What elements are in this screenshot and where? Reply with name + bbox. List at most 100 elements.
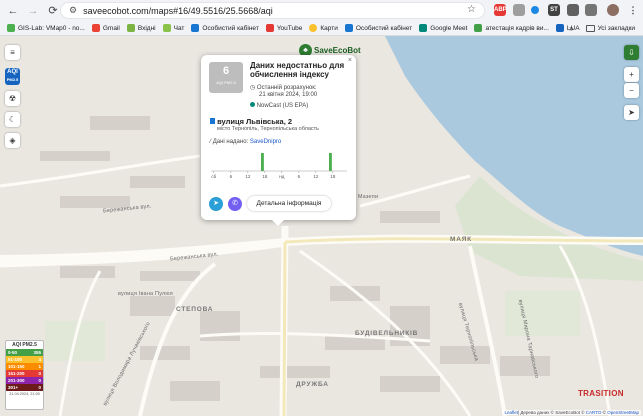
aqi-label: AQI PM2.5	[216, 80, 236, 85]
chart-tick-label: 6	[230, 174, 233, 179]
telegram-share-button[interactable]: ➤	[209, 197, 223, 211]
cabinet-icon	[191, 24, 200, 32]
inbox-icon	[126, 24, 135, 32]
legend-row: 301+ 0	[6, 384, 43, 391]
district-label-mayak: МАЯК	[450, 236, 472, 243]
clock-icon: ◷	[250, 85, 256, 91]
legend-count: 0	[38, 371, 41, 376]
screenshot-extension-icon[interactable]	[567, 4, 579, 16]
shield-extension-icon[interactable]	[513, 4, 525, 16]
chat-icon	[162, 24, 171, 32]
aqi-value: 6	[222, 65, 230, 77]
street-label: вулиця Івана Пулюя	[118, 291, 173, 297]
bookmark-cabinet-2[interactable]: Особистий кабінет	[344, 24, 412, 32]
radiation-layer-button[interactable]: ☢	[5, 91, 20, 106]
park-area	[505, 291, 580, 336]
chart-tick-label: 6	[298, 174, 301, 179]
details-button[interactable]: Детальна інформація	[247, 196, 331, 211]
site-info-icon[interactable]: ⚙	[69, 5, 77, 16]
download-app-button[interactable]: ⇩	[624, 45, 639, 60]
last-calc-time: 21 квітня 2024, 19:00	[259, 92, 318, 98]
osm-link[interactable]: OpenStreetMap	[607, 410, 639, 415]
forward-icon[interactable]: →	[26, 4, 40, 18]
youtube-icon	[265, 24, 274, 32]
bookmark-star-icon[interactable]: ☆	[467, 4, 476, 15]
popup-title: Даних недостатньо для обчислення індексу	[250, 61, 345, 79]
legend-count: 4	[38, 357, 41, 362]
legend-range: 101-150	[8, 364, 25, 369]
bookmark-gislab[interactable]: GIS-Lab: VMap0 - no...	[7, 24, 85, 32]
back-icon[interactable]: ←	[6, 4, 20, 18]
station-icon	[210, 118, 215, 124]
legend-count: 0	[38, 378, 41, 383]
meet-icon	[419, 24, 428, 32]
radiation-icon: ☢	[8, 94, 17, 103]
moon-icon: ☾	[8, 115, 17, 124]
leaflet-link[interactable]: Leaflet	[504, 410, 518, 415]
bookmark-youtube[interactable]: YouTube	[265, 24, 302, 32]
legend-row: 101-150 1	[6, 363, 43, 370]
layers-button[interactable]: ◈	[5, 133, 20, 148]
viber-share-button[interactable]: ✆	[228, 197, 242, 211]
district-label-budivelnykiv: БУДІВЕЛЬНИКІВ	[355, 330, 419, 337]
lua-icon	[555, 24, 564, 32]
transition-watermark: TRASITION	[578, 389, 624, 398]
zoom-out-button[interactable]: −	[624, 83, 639, 98]
cabinet-icon	[344, 24, 353, 32]
legend-timestamp: 21.04.2024, 21:00	[9, 392, 40, 396]
night-mode-button[interactable]: ☾	[5, 112, 20, 127]
legend-count: 1	[38, 364, 41, 369]
bookmark-maps[interactable]: Карти	[309, 24, 338, 32]
extensions-puzzle-icon[interactable]	[585, 4, 597, 16]
more-bookmarks-icon[interactable]: »	[569, 24, 573, 33]
translate-extension-icon[interactable]: ST	[548, 4, 560, 16]
last-calc-line: ◷ Останній розрахунок:	[250, 85, 317, 91]
legend-rows: 0-50 355 51-100 4 101-150 1 151-200 0 201-300 0 30…	[6, 349, 43, 391]
nowcast-dot-icon	[250, 102, 255, 107]
bookmark-cabinet-1[interactable]: Особистий кабінет	[191, 24, 259, 32]
legend-count: 0	[38, 385, 41, 390]
attestation-icon	[474, 24, 483, 32]
nowcast-line: NowCast (US EPA)	[250, 102, 308, 109]
data-provider-link[interactable]: SaveDnipro	[250, 139, 281, 145]
chart-tick-label: нд	[279, 174, 284, 179]
bookmark-inbox[interactable]: Вхідні	[126, 24, 156, 32]
bookmark-chat[interactable]: Чат	[162, 24, 184, 32]
bookmark-gmail[interactable]: Gmail	[91, 24, 120, 32]
legend-row: 0-50 355	[6, 349, 43, 356]
legend-row: 51-100 4	[6, 356, 43, 363]
legend-count: 355	[33, 350, 41, 355]
station-city: місто Тернопіль, Тернопільська область	[217, 126, 320, 132]
address-bar[interactable]: ⚙ saveecobot.com/maps#16/49.5516/25.5668…	[60, 2, 485, 19]
all-bookmarks[interactable]: Усі закладки	[598, 25, 635, 32]
carto-link[interactable]: CARTO	[586, 410, 602, 415]
adblock-extension-icon[interactable]: ABP	[494, 4, 507, 16]
bookmarks-bar: GIS-Lab: VMap0 - no... Gmail Вхідні Чат …	[0, 21, 643, 36]
legend-range: 151-200	[8, 371, 25, 376]
dot-extension-icon[interactable]	[531, 6, 539, 14]
aqi-layer-button[interactable]: AQI PM2.5	[5, 68, 20, 85]
link-icon: ⁄	[210, 139, 212, 145]
aqi-value-box: 6 AQI PM2.5	[209, 62, 243, 93]
legend-row: 201-300 0	[6, 377, 43, 384]
district-label-stepova: СТЕПОВА	[176, 306, 214, 313]
station-popup: × 6 AQI PM2.5 Даних недостатньо для обчи…	[201, 55, 356, 226]
chart-bar	[261, 153, 264, 171]
maps-pin-icon	[309, 24, 318, 32]
legend-range: 201-300	[8, 378, 25, 383]
legend-range: 0-50	[8, 350, 18, 355]
browser-menu-icon[interactable]: ⋮	[627, 4, 639, 16]
data-provider-line: ⁄ Дані надано: SaveDnipro	[210, 139, 282, 145]
history-bar-chart: сб 6 12 18 нд 6 12 18	[211, 153, 347, 179]
menu-button[interactable]: ≡	[5, 45, 20, 60]
bookmark-attestation[interactable]: атестація кадрів ви...	[474, 24, 549, 32]
profile-avatar[interactable]	[607, 4, 619, 16]
locate-me-button[interactable]: ➤	[624, 105, 639, 120]
zoom-in-button[interactable]: +	[624, 67, 639, 82]
location-arrow-icon: ➤	[628, 108, 635, 117]
legend-range: 301+	[8, 385, 19, 390]
legend-row: 151-200 0	[6, 370, 43, 377]
reload-icon[interactable]: ⟳	[46, 4, 60, 18]
chart-tick-label: сб	[211, 174, 216, 179]
bookmark-meet[interactable]: Google Meet	[419, 24, 467, 32]
